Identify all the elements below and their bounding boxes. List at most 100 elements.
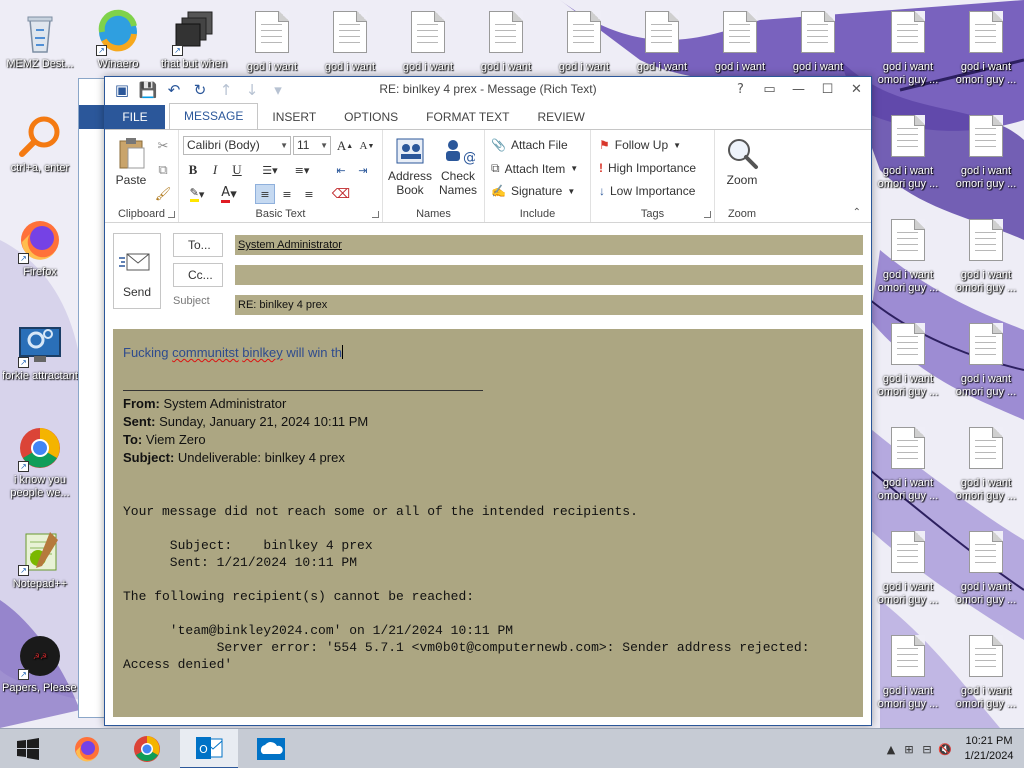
align-center-icon[interactable]: ≡ bbox=[277, 184, 297, 204]
bullets-icon[interactable]: ☰▾ bbox=[255, 160, 285, 180]
to-field[interactable]: System Administrator bbox=[235, 235, 863, 255]
desktop-doc-icon[interactable]: god i want omori guy ... bbox=[870, 424, 946, 503]
to-button[interactable]: To... bbox=[173, 233, 223, 257]
underline-button[interactable]: U bbox=[227, 160, 247, 180]
desktop-doc-icon[interactable]: god i want omori guy ... bbox=[870, 320, 946, 399]
decrease-indent-icon[interactable]: ⇤ bbox=[331, 160, 351, 180]
desktop-icon-forkie-attractant[interactable]: ↗ forkie attractant bbox=[2, 320, 78, 383]
taskbar-onedrive[interactable] bbox=[242, 729, 300, 768]
desktop-doc-icon[interactable]: god i want bbox=[390, 8, 466, 74]
text-document-icon bbox=[645, 11, 679, 53]
desktop-icon-that-but-when[interactable]: ↗ that but when bbox=[156, 8, 232, 71]
low-importance-button[interactable]: ↓ Low Importance bbox=[599, 184, 695, 198]
window-controls: ? ▭ — ☐ ✕ bbox=[726, 77, 871, 101]
taskbar-chrome[interactable] bbox=[118, 729, 176, 768]
exclamation-icon: ! bbox=[599, 161, 603, 175]
desktop-doc-icon[interactable]: god i want bbox=[702, 8, 778, 74]
subject-field[interactable]: RE: binlkey 4 prex bbox=[235, 295, 863, 315]
desktop-icon-ctrl-a-enter[interactable]: ctrl+a, enter bbox=[2, 112, 78, 175]
tags-dialog-launcher[interactable] bbox=[704, 211, 711, 218]
taskbar-outlook[interactable]: O bbox=[180, 729, 238, 768]
network-icon[interactable]: ⊟ bbox=[918, 729, 936, 768]
desktop-doc-icon[interactable]: god i want omori guy ... bbox=[870, 8, 946, 87]
send-button[interactable]: Send bbox=[113, 233, 161, 309]
font-size-combo[interactable]: 11 ▼ bbox=[293, 136, 331, 155]
format-painter-icon[interactable]: 🖌 bbox=[153, 184, 173, 204]
grow-font-icon[interactable]: A ▲ bbox=[335, 136, 355, 156]
attach-file-button[interactable]: 📎 Attach File bbox=[491, 138, 568, 152]
check-names-button[interactable]: @ Check Names bbox=[435, 136, 481, 197]
signature-button[interactable]: ✍ Signature ▼ bbox=[491, 184, 575, 198]
help-button[interactable]: ? bbox=[726, 77, 755, 101]
bold-button[interactable]: B bbox=[183, 160, 203, 180]
tray-expand-icon[interactable]: ▲ bbox=[882, 729, 900, 768]
tray-device-icon[interactable]: ⊞ bbox=[900, 729, 918, 768]
desktop-doc-icon[interactable]: god i want bbox=[546, 8, 622, 74]
desktop-doc-icon[interactable]: god i want omori guy ... bbox=[870, 632, 946, 711]
tab-insert[interactable]: INSERT bbox=[258, 105, 330, 129]
shrink-font-icon[interactable]: A ▼ bbox=[357, 136, 377, 156]
taskbar-clock[interactable]: 10:21 PM 1/21/2024 bbox=[954, 734, 1024, 764]
tab-review[interactable]: REVIEW bbox=[524, 105, 599, 129]
dropdown-arrow-icon: ▼ bbox=[280, 141, 288, 150]
minimize-button[interactable]: — bbox=[784, 77, 813, 101]
font-name-combo[interactable]: Calibri (Body) ▼ bbox=[183, 136, 291, 155]
desktop-doc-icon[interactable]: god i want omori guy ... bbox=[948, 112, 1024, 191]
clipboard-dialog-launcher[interactable] bbox=[168, 211, 175, 218]
desktop-icon-notepad-plus-plus[interactable]: ↗ Notepad++ bbox=[2, 528, 78, 591]
cut-icon[interactable]: ✂ bbox=[153, 136, 173, 156]
message-body[interactable]: Fucking communitst binlkey will win th F… bbox=[113, 329, 863, 717]
maximize-button[interactable]: ☐ bbox=[813, 77, 842, 101]
high-importance-button[interactable]: ! High Importance bbox=[599, 161, 696, 175]
address-book-button[interactable]: Address Book bbox=[387, 136, 433, 197]
desktop-icon-recycle-bin[interactable]: MEMZ Dest... bbox=[2, 8, 78, 71]
cc-field[interactable] bbox=[235, 265, 863, 285]
attach-item-button[interactable]: ⧉ Attach Item ▼ bbox=[491, 161, 578, 176]
font-color-icon[interactable]: A ▾ bbox=[215, 184, 243, 204]
zoom-button[interactable]: Zoom bbox=[719, 136, 765, 187]
paste-button[interactable]: Paste bbox=[111, 136, 151, 187]
desktop-icon-winaero[interactable]: ↗ Winaero bbox=[80, 8, 156, 71]
desktop-doc-icon[interactable]: god i want omori guy ... bbox=[870, 112, 946, 191]
desktop-doc-icon[interactable]: god i want omori guy ... bbox=[870, 528, 946, 607]
desktop-doc-icon[interactable]: god i want omori guy ... bbox=[948, 8, 1024, 87]
start-button[interactable] bbox=[0, 729, 56, 768]
tab-message[interactable]: MESSAGE bbox=[169, 103, 259, 129]
desktop-doc-icon[interactable]: god i want omori guy ... bbox=[948, 424, 1024, 503]
desktop-icon-firefox[interactable]: ↗ Firefox bbox=[2, 216, 78, 279]
desktop-doc-icon[interactable]: god i want bbox=[312, 8, 388, 74]
desktop-doc-icon[interactable]: god i want omori guy ... bbox=[948, 216, 1024, 295]
numbering-icon[interactable]: ≡▾ bbox=[287, 160, 317, 180]
desktop-doc-icon[interactable]: god i want bbox=[234, 8, 310, 74]
tab-file[interactable]: FILE bbox=[105, 105, 165, 129]
align-left-icon[interactable]: ≡ bbox=[255, 184, 275, 204]
title-bar[interactable]: ▣ 💾 ↶ ↻ ↑ ↓ ▾ RE: binlkey 4 prex - Messa… bbox=[105, 77, 871, 103]
desktop-doc-icon[interactable]: god i want bbox=[468, 8, 544, 74]
ribbon-display-button[interactable]: ▭ bbox=[755, 77, 784, 101]
copy-icon[interactable]: ⧉ bbox=[153, 160, 173, 180]
desktop-icon-chrome[interactable]: ↗ i know you people we... bbox=[2, 424, 78, 500]
increase-indent-icon[interactable]: ⇥ bbox=[353, 160, 373, 180]
volume-muted-icon[interactable]: 🔇 bbox=[936, 729, 954, 768]
desktop-icon-papers-please[interactable]: ☭☭ ↗ Papers, Please Forz bbox=[2, 632, 78, 695]
compose-window[interactable]: ▣ 💾 ↶ ↻ ↑ ↓ ▾ RE: binlkey 4 prex - Messa… bbox=[104, 76, 872, 726]
shortcut-arrow-icon: ↗ bbox=[18, 253, 29, 264]
align-right-icon[interactable]: ≡ bbox=[299, 184, 319, 204]
close-button[interactable]: ✕ bbox=[842, 77, 871, 101]
tab-format-text[interactable]: FORMAT TEXT bbox=[412, 105, 523, 129]
clear-formatting-icon[interactable]: ⌫ bbox=[331, 184, 351, 204]
desktop-doc-icon[interactable]: god i want omori guy ... bbox=[870, 216, 946, 295]
follow-up-button[interactable]: ⚑ Follow Up ▼ bbox=[599, 138, 681, 152]
collapse-ribbon-icon[interactable]: ⌃ bbox=[853, 207, 861, 218]
desktop-doc-icon[interactable]: god i want omori guy ... bbox=[948, 528, 1024, 607]
highlight-color-icon[interactable]: ✎ ▾ bbox=[183, 184, 211, 204]
desktop-doc-icon[interactable]: god i want bbox=[624, 8, 700, 74]
basic-text-dialog-launcher[interactable] bbox=[372, 211, 379, 218]
taskbar-firefox[interactable] bbox=[58, 729, 116, 768]
desktop-doc-icon[interactable]: god i want bbox=[780, 8, 856, 74]
desktop-doc-icon[interactable]: god i want omori guy ... bbox=[948, 320, 1024, 399]
italic-button[interactable]: I bbox=[205, 160, 225, 180]
desktop-doc-icon[interactable]: god i want omori guy ... bbox=[948, 632, 1024, 711]
tab-options[interactable]: OPTIONS bbox=[330, 105, 412, 129]
cc-button[interactable]: Cc... bbox=[173, 263, 223, 287]
